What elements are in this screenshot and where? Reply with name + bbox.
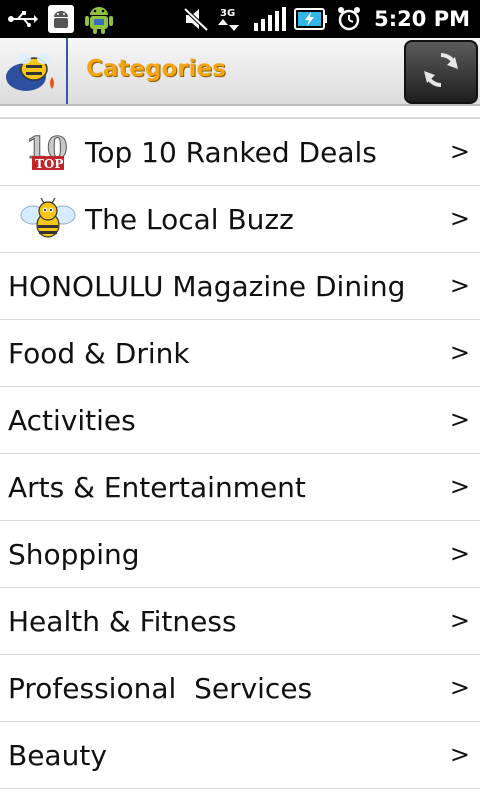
chevron-right-icon: > [449,405,470,434]
chevron-right-icon: > [449,271,470,300]
signal-icon [254,7,287,31]
category-label: Shopping [8,537,140,571]
category-row-shopping[interactable]: Shopping > [0,521,480,588]
refresh-icon [420,49,462,95]
bee-logo-icon[interactable] [0,38,68,104]
category-row-health-fitness[interactable]: Health & Fitness > [0,588,480,655]
category-row-honolulu-dining[interactable]: HONOLULU Magazine Dining > [0,253,480,320]
svg-text:TOP: TOP [35,157,63,171]
chevron-right-icon: > [449,673,470,702]
mute-icon [182,6,210,32]
category-label: Arts & Entertainment [8,470,306,504]
chevron-right-icon: > [449,338,470,367]
chevron-right-icon: > [449,137,470,166]
category-row-professional-services[interactable]: Professional Services > [0,655,480,722]
bee-icon [16,194,80,244]
usb-icon [8,9,38,29]
category-list: 10 TOP Top 10 Ranked Deals > The Local B… [0,119,480,789]
category-label: HONOLULU Magazine Dining [8,269,406,303]
category-row-top-10[interactable]: 10 TOP Top 10 Ranked Deals > [0,119,480,186]
app-header: Categories [0,38,480,106]
category-row-activities[interactable]: Activities > [0,387,480,454]
chevron-right-icon: > [449,740,470,769]
3g-data-icon: 3G [218,5,246,33]
top-10-icon: 10 TOP [16,127,80,177]
page-title: Categories [86,56,226,82]
category-label: Food & Drink [8,336,190,370]
chevron-right-icon: > [449,539,470,568]
category-label: Health & Fitness [8,604,237,638]
status-bar: 3G 5:20 PM [0,0,480,38]
category-row-beauty[interactable]: Beauty > [0,722,480,789]
category-label: Top 10 Ranked Deals [85,135,377,169]
category-label: The Local Buzz [85,202,294,236]
chevron-right-icon: > [449,472,470,501]
android-robot-icon [84,3,114,35]
category-row-local-buzz[interactable]: The Local Buzz > [0,186,480,253]
category-label: Activities [8,403,136,437]
android-debug-icon [48,5,74,33]
category-row-food-drink[interactable]: Food & Drink > [0,320,480,387]
chevron-right-icon: > [449,606,470,635]
category-label: Professional Services [8,671,313,705]
network-type-label: 3G [220,8,235,19]
status-time: 5:20 PM [374,7,470,31]
chevron-right-icon: > [449,204,470,233]
battery-charging-icon [294,7,328,31]
category-label: Beauty [8,738,107,772]
refresh-button[interactable] [404,40,478,104]
alarm-icon [336,6,362,32]
category-row-arts-entertainment[interactable]: Arts & Entertainment > [0,454,480,521]
